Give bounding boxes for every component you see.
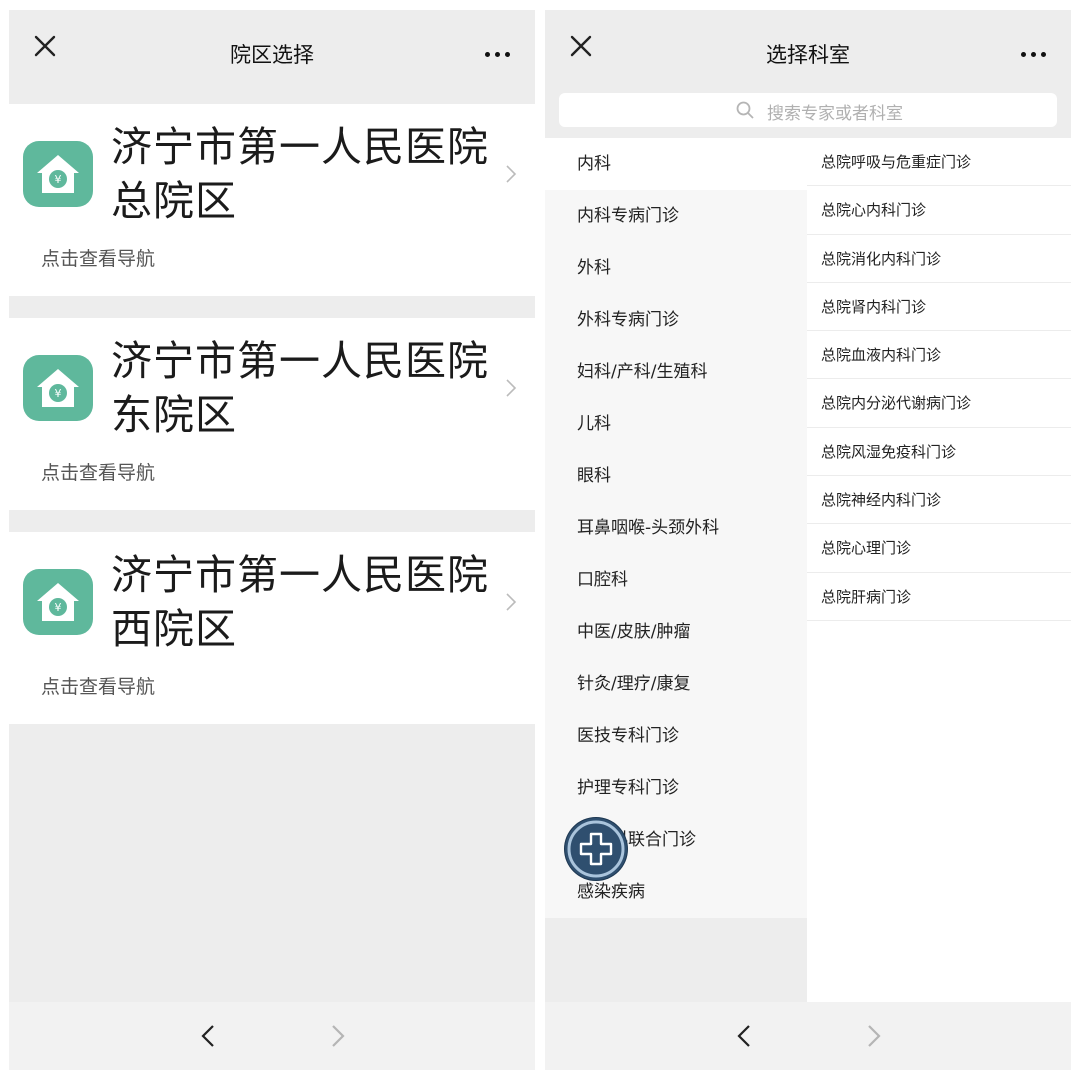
department-select-screen: 选择科室 搜索专家或者科室 内科 内科专病门诊 外科 外科专病门诊 妇科/产科/生殖科儿…: [545, 10, 1071, 1070]
department-item[interactable]: 口腔科: [545, 554, 807, 606]
chevron-left-icon[interactable]: [189, 1016, 229, 1056]
clinic-item[interactable]: 总院消化内科门诊: [807, 235, 1071, 283]
top-bar: 选择科室: [545, 10, 1071, 82]
page-title: 院区选择: [230, 43, 314, 67]
floating-add-button[interactable]: [565, 818, 627, 880]
department-item[interactable]: 内科: [545, 138, 807, 190]
search-placeholder: 搜索专家或者科室: [767, 104, 903, 124]
department-item[interactable]: 外科: [545, 242, 807, 294]
hospital-home-icon: ¥: [23, 141, 93, 207]
svg-text:¥: ¥: [55, 601, 62, 614]
campus-card-west[interactable]: ¥ 济宁市第一人民医院西院区 点击查看导航: [9, 532, 535, 724]
clinic-item[interactable]: 总院肾内科门诊: [807, 283, 1071, 332]
bottom-nav-bar: [9, 1002, 535, 1070]
search-icon: [736, 101, 754, 119]
department-item[interactable]: 中医/皮肤/肿瘤: [545, 606, 807, 658]
department-item[interactable]: 儿科: [545, 398, 807, 450]
chevron-right-icon[interactable]: [853, 1016, 893, 1056]
campus-card-main[interactable]: ¥ 济宁市第一人民医院总院区 点击查看导航: [9, 104, 535, 296]
clinic-item[interactable]: 总院内分泌代谢病门诊: [807, 379, 1071, 428]
campus-card-east[interactable]: ¥ 济宁市第一人民医院东院区 点击查看导航: [9, 318, 535, 510]
navigation-link[interactable]: 点击查看导航: [41, 244, 155, 271]
chevron-right-icon: [506, 165, 517, 183]
department-item[interactable]: 内科专病门诊: [545, 190, 807, 242]
clinic-item[interactable]: 总院心理门诊: [807, 524, 1071, 573]
department-item[interactable]: 妇科/产科/生殖科: [545, 346, 807, 398]
campus-name: 济宁市第一人民医院西院区: [111, 551, 489, 653]
campus-select-screen: 院区选择 ¥ 济宁市第一人民医院总院区 点击查看导航 ¥ 济宁市第一人民医院东院…: [9, 10, 535, 1070]
clinic-item[interactable]: 总院心内科门诊: [807, 186, 1071, 235]
bottom-nav-bar: [545, 1002, 1071, 1070]
department-item[interactable]: 耳鼻咽喉-头颈外科: [545, 502, 807, 554]
chevron-left-icon[interactable]: [725, 1016, 765, 1056]
department-item[interactable]: 护理专科门诊: [545, 762, 807, 814]
department-item[interactable]: 眼科: [545, 450, 807, 502]
department-item[interactable]: 医技专科门诊: [545, 710, 807, 762]
page-title: 选择科室: [766, 43, 850, 67]
clinic-item[interactable]: 总院风湿免疫科门诊: [807, 428, 1071, 477]
clinic-item[interactable]: 总院神经内科门诊: [807, 476, 1071, 525]
more-icon[interactable]: [1011, 42, 1055, 66]
clinic-item[interactable]: 总院呼吸与危重症门诊: [807, 138, 1071, 187]
department-item[interactable]: 外科专病门诊: [545, 294, 807, 346]
chevron-right-icon: [506, 379, 517, 397]
clinic-item[interactable]: 总院血液内科门诊: [807, 331, 1071, 380]
more-icon[interactable]: [475, 42, 519, 66]
plus-icon: [567, 820, 625, 878]
chevron-right-icon: [506, 593, 517, 611]
search-input[interactable]: 搜索专家或者科室: [559, 93, 1057, 127]
hospital-home-icon: ¥: [23, 355, 93, 421]
navigation-link[interactable]: 点击查看导航: [41, 672, 155, 699]
svg-text:¥: ¥: [55, 387, 62, 400]
top-bar: 院区选择: [9, 10, 535, 82]
campus-name: 济宁市第一人民医院总院区: [111, 123, 489, 225]
navigation-link[interactable]: 点击查看导航: [41, 458, 155, 485]
campus-name: 济宁市第一人民医院东院区: [111, 337, 489, 439]
clinic-list: 总院呼吸与危重症门诊 总院心内科门诊 总院消化内科门诊 总院肾内科门诊 总院血液内科门诊…: [807, 138, 1071, 1004]
chevron-right-icon[interactable]: [317, 1016, 357, 1056]
department-item[interactable]: 针灸/理疗/康复: [545, 658, 807, 710]
clinic-item[interactable]: 总院肝病门诊: [807, 573, 1071, 621]
svg-text:¥: ¥: [55, 173, 62, 186]
hospital-home-icon: ¥: [23, 569, 93, 635]
department-list: 内科 内科专病门诊 外科 外科专病门诊 妇科/产科/生殖科 儿科 眼科 耳鼻咽喉-头颈外科 口腔…: [545, 138, 807, 918]
